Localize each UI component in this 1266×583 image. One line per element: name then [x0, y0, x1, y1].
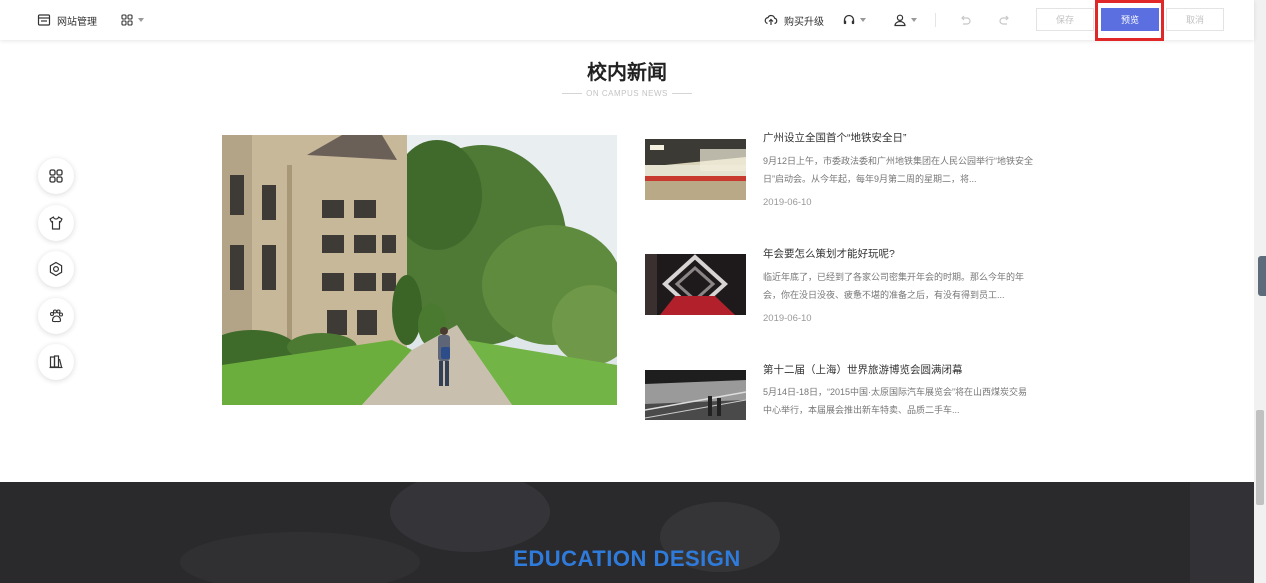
toolbar-divider [935, 13, 936, 27]
banner-title: EDUCATION DESIGN [513, 546, 741, 571]
redo-button[interactable] [998, 0, 1012, 40]
scrollbar-thumb[interactable] [1256, 410, 1264, 505]
news-description: 5月14日-18日，“2015中国·太原国际汽车展览会”将在山西煤炭交易中心举行… [763, 387, 1028, 415]
undo-icon [961, 15, 971, 25]
redo-icon [999, 15, 1009, 25]
news-description: 临近年底了，已经到了各家公司密集开年会的时期。那么今年的年会，你在没日没夜、疲惫… [763, 272, 1025, 300]
cancel-button[interactable]: 取消 [1166, 8, 1224, 31]
save-button[interactable]: 保存 [1036, 8, 1094, 31]
support-menu[interactable] [842, 0, 866, 40]
divider-line [562, 93, 583, 95]
chevron-down-icon [138, 18, 144, 22]
layout-icon [37, 14, 51, 26]
paw-icon [49, 309, 64, 323]
party-photo [645, 254, 746, 315]
books-icon [49, 355, 63, 369]
chevron-down-icon [911, 18, 917, 22]
buy-upgrade-label: 购买升级 [784, 16, 824, 28]
campus-photo [222, 135, 617, 405]
apps-menu[interactable] [120, 0, 144, 40]
shirt-icon [49, 216, 63, 230]
modules-tool-button[interactable] [38, 158, 74, 194]
side-feedback-tab[interactable] [1258, 256, 1266, 296]
expo-photo [645, 370, 746, 420]
preview-highlight-box [1095, 0, 1164, 41]
news-thumbnail-metro[interactable] [645, 139, 746, 200]
apps-grid-icon [121, 14, 133, 26]
chevron-down-icon [860, 18, 866, 22]
cloud-upload-icon [764, 14, 778, 25]
featured-news-image[interactable] [222, 135, 617, 405]
section-title: 校内新闻 [587, 62, 667, 84]
metro-photo [645, 139, 746, 200]
account-menu[interactable] [893, 0, 917, 40]
site-manage-label: 网站管理 [57, 16, 97, 28]
news-title[interactable]: 年会要怎么策划才能好玩呢? [763, 246, 895, 261]
news-title[interactable]: 广州设立全国首个“地铁安全日” [763, 130, 907, 145]
news-description: 9月12日上午，市委政法委和广州地铁集团在人民公园举行“地铁安全日”启动会。从今… [763, 156, 1034, 184]
user-icon [894, 14, 906, 27]
buy-upgrade-button[interactable]: 购买升级 [764, 0, 824, 40]
section-subtitle-row: ON CAMPUS NEWS [0, 89, 1254, 98]
settings-icon [49, 261, 63, 277]
news-date: 2019-06-10 [763, 197, 812, 208]
site-manage-menu[interactable]: 网站管理 [37, 0, 97, 40]
top-toolbar: 网站管理 购买升级 保存 预览 取消 [0, 0, 1254, 41]
news-thumbnail-annual-party[interactable] [645, 254, 746, 315]
news-date: 2019-06-10 [763, 313, 812, 324]
settings-tool-button[interactable] [38, 251, 74, 287]
theme-tool-button[interactable] [38, 205, 74, 241]
news-title[interactable]: 第十二届（上海）世界旅游博览会圆满闭幕 [763, 362, 963, 377]
section-subtitle: ON CAMPUS NEWS [586, 89, 668, 98]
divider-line [671, 93, 692, 95]
undo-button[interactable] [958, 0, 972, 40]
library-tool-button[interactable] [38, 344, 74, 380]
apps-grid-icon [49, 169, 63, 183]
headset-icon [843, 14, 855, 25]
pets-tool-button[interactable] [38, 298, 74, 334]
news-thumbnail-expo[interactable] [645, 370, 746, 420]
